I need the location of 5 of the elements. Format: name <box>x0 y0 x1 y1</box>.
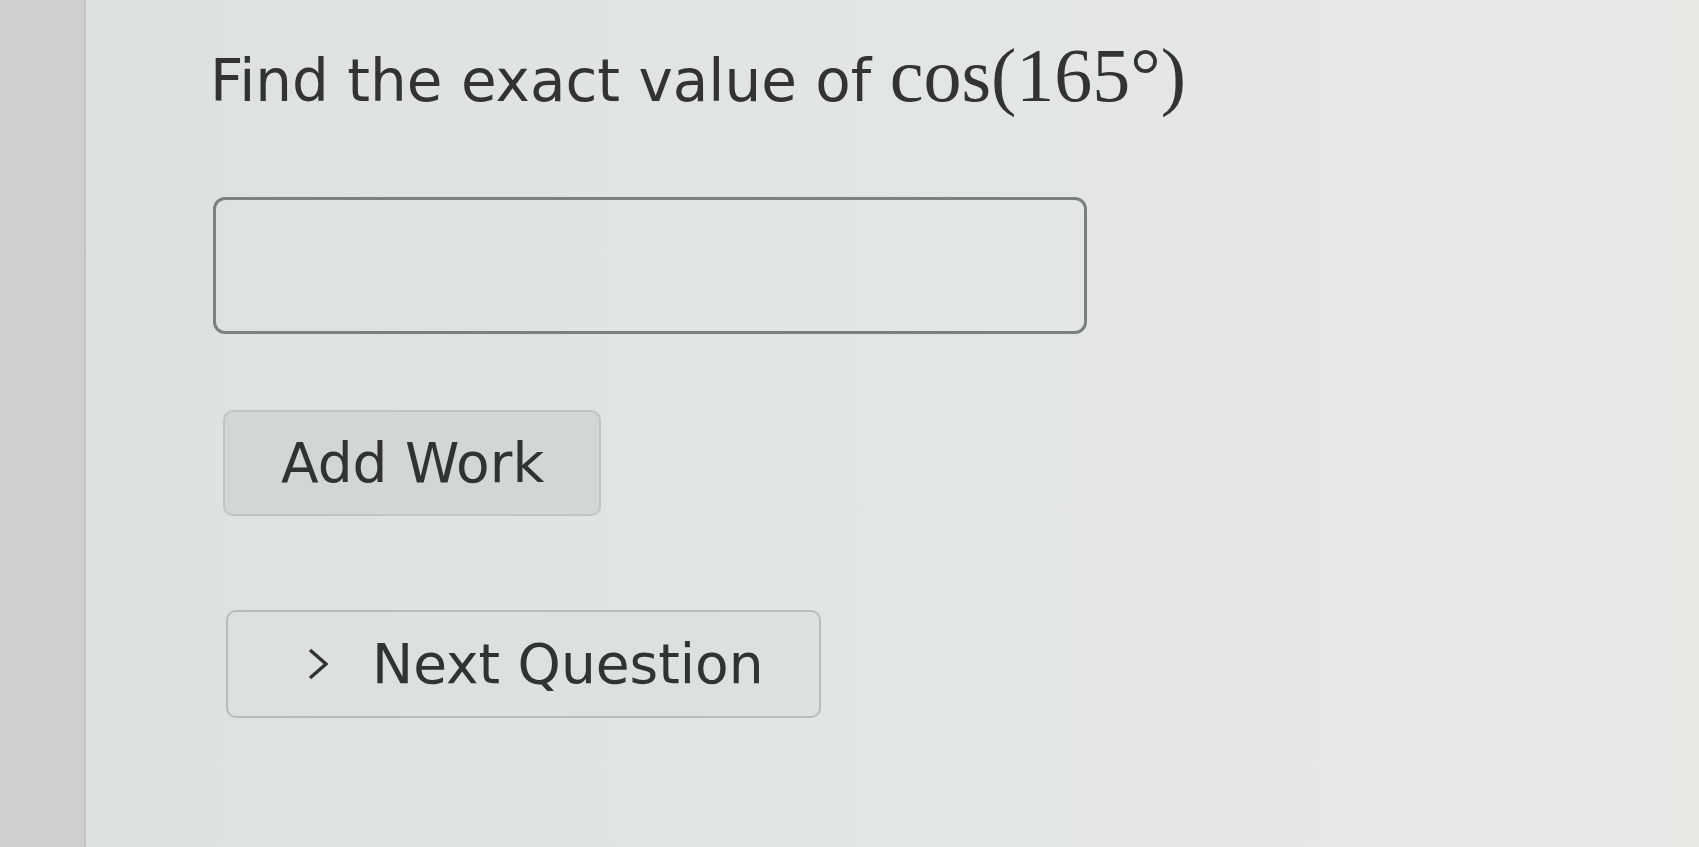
answer-field[interactable] <box>213 197 1087 335</box>
next-question-button[interactable]: Next Question <box>226 610 821 719</box>
add-work-button[interactable]: Add Work <box>223 410 601 517</box>
question-text: Find the exact value of cos(165°) <box>210 32 1186 119</box>
chevron-right-icon <box>308 648 328 681</box>
